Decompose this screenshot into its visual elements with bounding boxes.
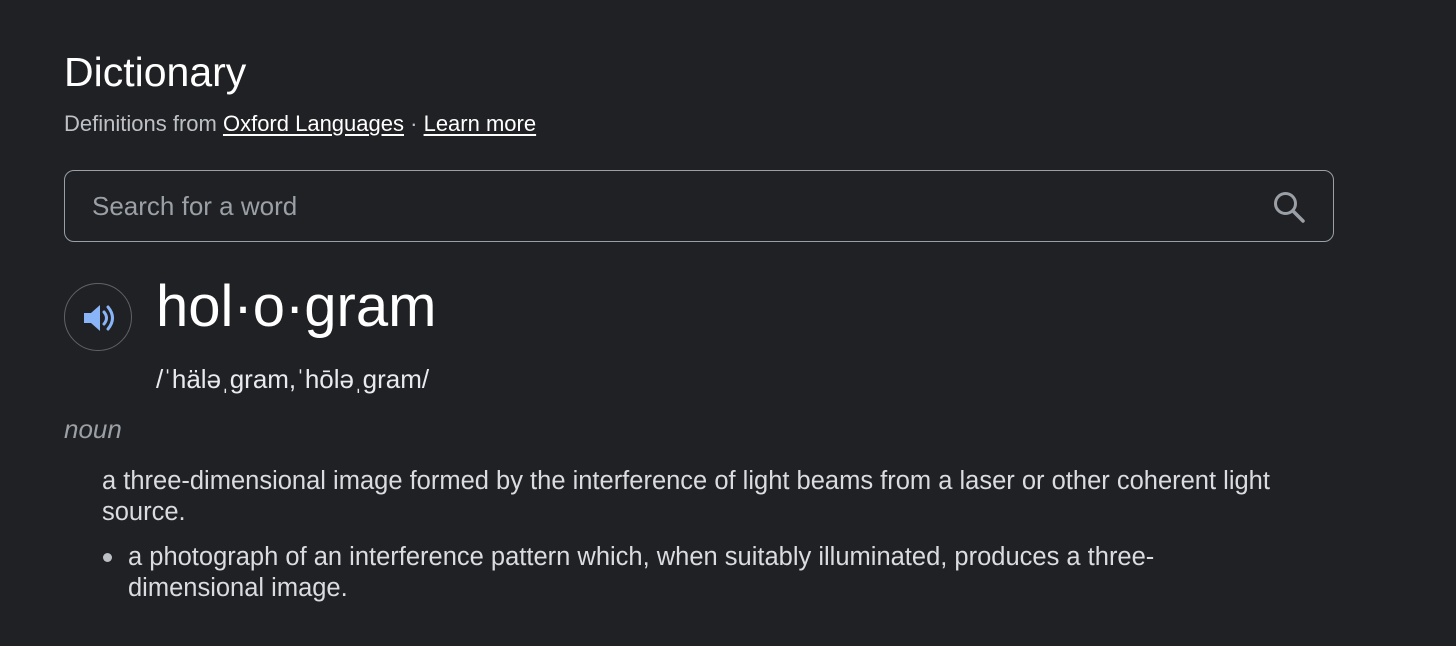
speaker-icon <box>84 305 114 331</box>
source-line: Definitions from Oxford Languages · Lear… <box>64 110 536 138</box>
search-box <box>64 170 1334 242</box>
dictionary-title: Dictionary <box>64 49 247 95</box>
learn-more-link[interactable]: Learn more <box>424 111 537 136</box>
search-icon[interactable] <box>1271 189 1307 225</box>
subsense-definition: a photograph of an interference pattern … <box>128 543 1155 602</box>
source-prefix: Definitions from <box>64 111 217 136</box>
definition: a three-dimensional image formed by the … <box>102 467 1270 526</box>
headword: hol·o·gram <box>156 274 437 339</box>
subsense-bullet <box>103 553 112 562</box>
pronunciation-audio-button[interactable] <box>64 283 132 351</box>
oxford-languages-link[interactable]: Oxford Languages <box>223 111 404 136</box>
part-of-speech: noun <box>64 414 122 444</box>
search-input[interactable] <box>92 171 1242 241</box>
separator: · <box>410 111 418 136</box>
pronunciation: /ˈhäləˌgram,ˈhōləˌgram/ <box>156 364 430 394</box>
